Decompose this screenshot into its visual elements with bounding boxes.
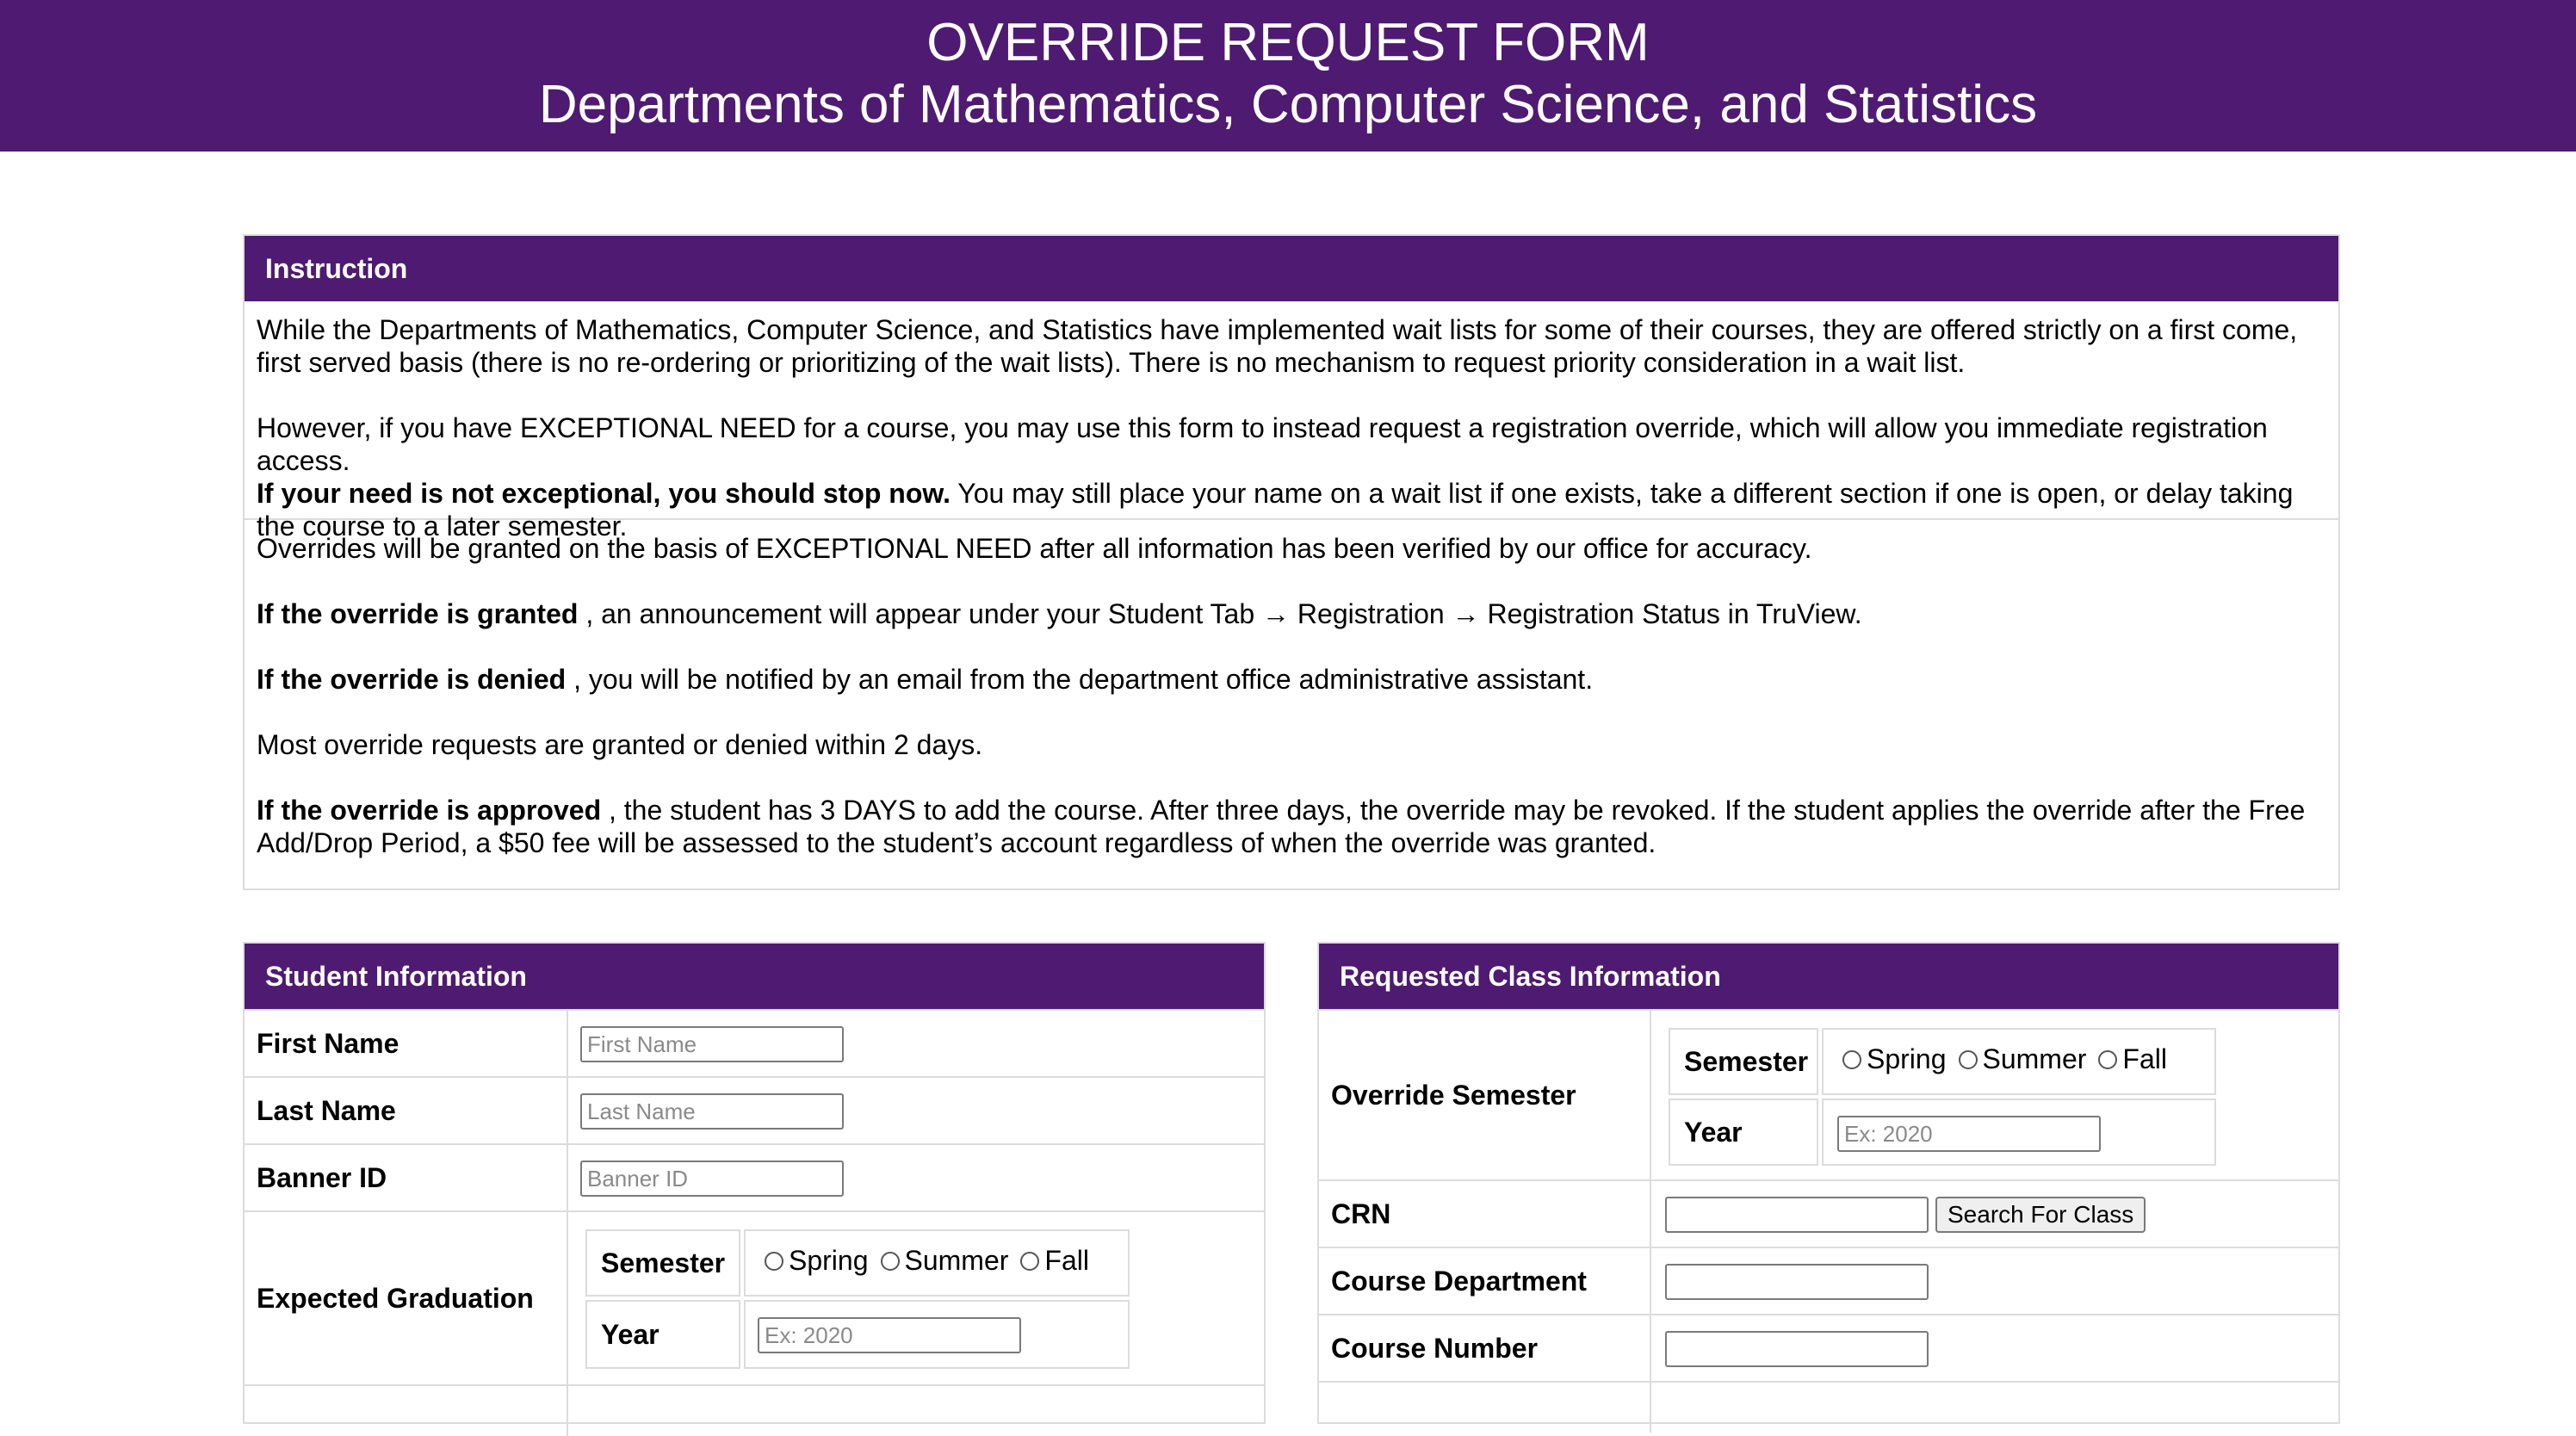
graduation-semester-cell: Spring Summer Fall [744, 1229, 1130, 1297]
next-row [245, 1384, 1264, 1436]
instruction-paragraph: Most override requests are granted or de… [257, 729, 983, 760]
graduation-year-input[interactable] [758, 1317, 1021, 1353]
requested-class-panel: Requested Class Information Override Sem… [1317, 942, 2340, 1433]
instruction-paragraph: If the override is approved , the studen… [257, 794, 2326, 859]
instruction-bold-text: If the override is granted [257, 598, 579, 629]
next-row [1319, 1381, 2338, 1433]
graduation-radio-spring[interactable]: Spring [765, 1245, 869, 1277]
override-semester-cell: Spring Summer Fall [1822, 1028, 2216, 1095]
instruction-paragraph: If the override is denied , you will be … [257, 663, 2326, 696]
instruction-paragraph: Overrides will be granted on the basis o… [257, 533, 1812, 564]
instruction-text: , you will be notified by an email from … [566, 664, 1594, 695]
next-row-label [1319, 1383, 1651, 1433]
instruction-paragraph: If the override is granted , an announce… [257, 597, 2326, 630]
banner-id-row: Banner ID [245, 1143, 1264, 1210]
graduation-year-label: Year [585, 1300, 740, 1369]
override-year-cell [1822, 1099, 2216, 1166]
radio-button[interactable] [880, 1251, 900, 1271]
next-row-label [245, 1386, 568, 1436]
radio-label: Spring [1867, 1043, 1947, 1074]
course-department-input[interactable] [1665, 1264, 1929, 1300]
override-semester-subtable: Semester Spring Summer Fall Year [1669, 1028, 2216, 1166]
instruction-bold-text: If the override is approved [257, 795, 602, 826]
page-subtitle: Departments of Mathematics, Computer Sci… [538, 75, 2038, 134]
instruction-bold-text: If the override is denied [257, 664, 567, 695]
radio-label: Fall [1044, 1245, 1089, 1276]
graduation-radio-summer[interactable]: Summer [880, 1245, 1009, 1277]
last-name-row: Last Name [245, 1076, 1264, 1143]
first-name-row: First Name [245, 1009, 1264, 1076]
radio-label: Summer [1982, 1043, 2087, 1074]
page-title: OVERRIDE REQUEST FORM [926, 13, 1650, 72]
crn-input[interactable] [1665, 1197, 1929, 1233]
student-information-heading: Student Information [245, 944, 1264, 1009]
instruction-text: However, if you have EXCEPTIONAL NEED fo… [257, 412, 2268, 476]
last-name-label: Last Name [245, 1078, 568, 1143]
radio-button[interactable] [1020, 1251, 1040, 1271]
expected-graduation-label: Expected Graduation [245, 1212, 568, 1384]
instruction-paragraph: While the Departments of Mathematics, Co… [257, 314, 2298, 378]
override-semester-sub-label: Semester [1669, 1028, 1818, 1095]
instruction-panel: Instruction While the Departments of Mat… [243, 234, 2340, 890]
first-name-label: First Name [245, 1011, 568, 1076]
graduation-semester-label: Semester [585, 1229, 740, 1297]
expected-graduation-row: Expected Graduation Semester Spring Summ… [245, 1210, 1264, 1384]
first-name-input[interactable] [580, 1026, 844, 1062]
override-semester-label: Override Semester [1319, 1011, 1651, 1179]
radio-button[interactable] [1842, 1049, 1861, 1069]
course-number-label: Course Number [1319, 1315, 1651, 1381]
radio-button[interactable] [765, 1251, 783, 1271]
override-semester-radio-group: Spring Summer Fall [1842, 1043, 2179, 1075]
requested-class-heading: Requested Class Information [1319, 944, 2338, 1009]
course-department-row: Course Department [1319, 1247, 2338, 1314]
page-header: OVERRIDE REQUEST FORM Departments of Mat… [0, 0, 2576, 152]
crn-label: CRN [1319, 1181, 1651, 1247]
course-number-row: Course Number [1319, 1314, 2338, 1381]
graduation-radio-fall[interactable]: Fall [1020, 1245, 1089, 1277]
instruction-section-waitlist: While the Departments of Mathematics, Co… [245, 301, 2338, 542]
override-radio-summer[interactable]: Summer [1958, 1043, 2087, 1075]
course-number-input[interactable] [1665, 1331, 1929, 1367]
graduation-year-cell [744, 1300, 1130, 1369]
override-semester-row: Override Semester Semester Spring Summer… [1319, 1009, 2338, 1179]
course-department-label: Course Department [1319, 1248, 1651, 1314]
radio-label: Summer [904, 1245, 1009, 1276]
last-name-input[interactable] [580, 1093, 844, 1130]
override-radio-spring[interactable]: Spring [1842, 1043, 1947, 1075]
radio-label: Spring [789, 1245, 869, 1276]
override-year-label: Year [1669, 1099, 1818, 1166]
search-for-class-button[interactable]: Search For Class [1935, 1197, 2146, 1233]
radio-button[interactable] [2098, 1049, 2118, 1069]
radio-label: Fall [2122, 1043, 2167, 1074]
instruction-section-policy: Overrides will be granted on the basis o… [245, 520, 2338, 859]
student-information-panel: Student Information First Name Last Name… [243, 942, 1266, 1436]
override-radio-fall[interactable]: Fall [2098, 1043, 2167, 1075]
graduation-semester-radio-group: Spring Summer Fall [765, 1245, 1101, 1277]
banner-id-input[interactable] [580, 1161, 844, 1197]
banner-id-label: Banner ID [245, 1145, 568, 1210]
crn-row: CRN Search For Class [1319, 1179, 2338, 1247]
graduation-subtable: Semester Spring Summer Fall Year [585, 1229, 1130, 1369]
override-year-input[interactable] [1837, 1116, 2101, 1152]
instruction-heading: Instruction [245, 236, 2338, 301]
instruction-bold-text: If your need is not exceptional, you sho… [257, 478, 951, 509]
instruction-text: , an announcement will appear under your… [578, 598, 1862, 629]
radio-button[interactable] [1958, 1049, 1978, 1069]
